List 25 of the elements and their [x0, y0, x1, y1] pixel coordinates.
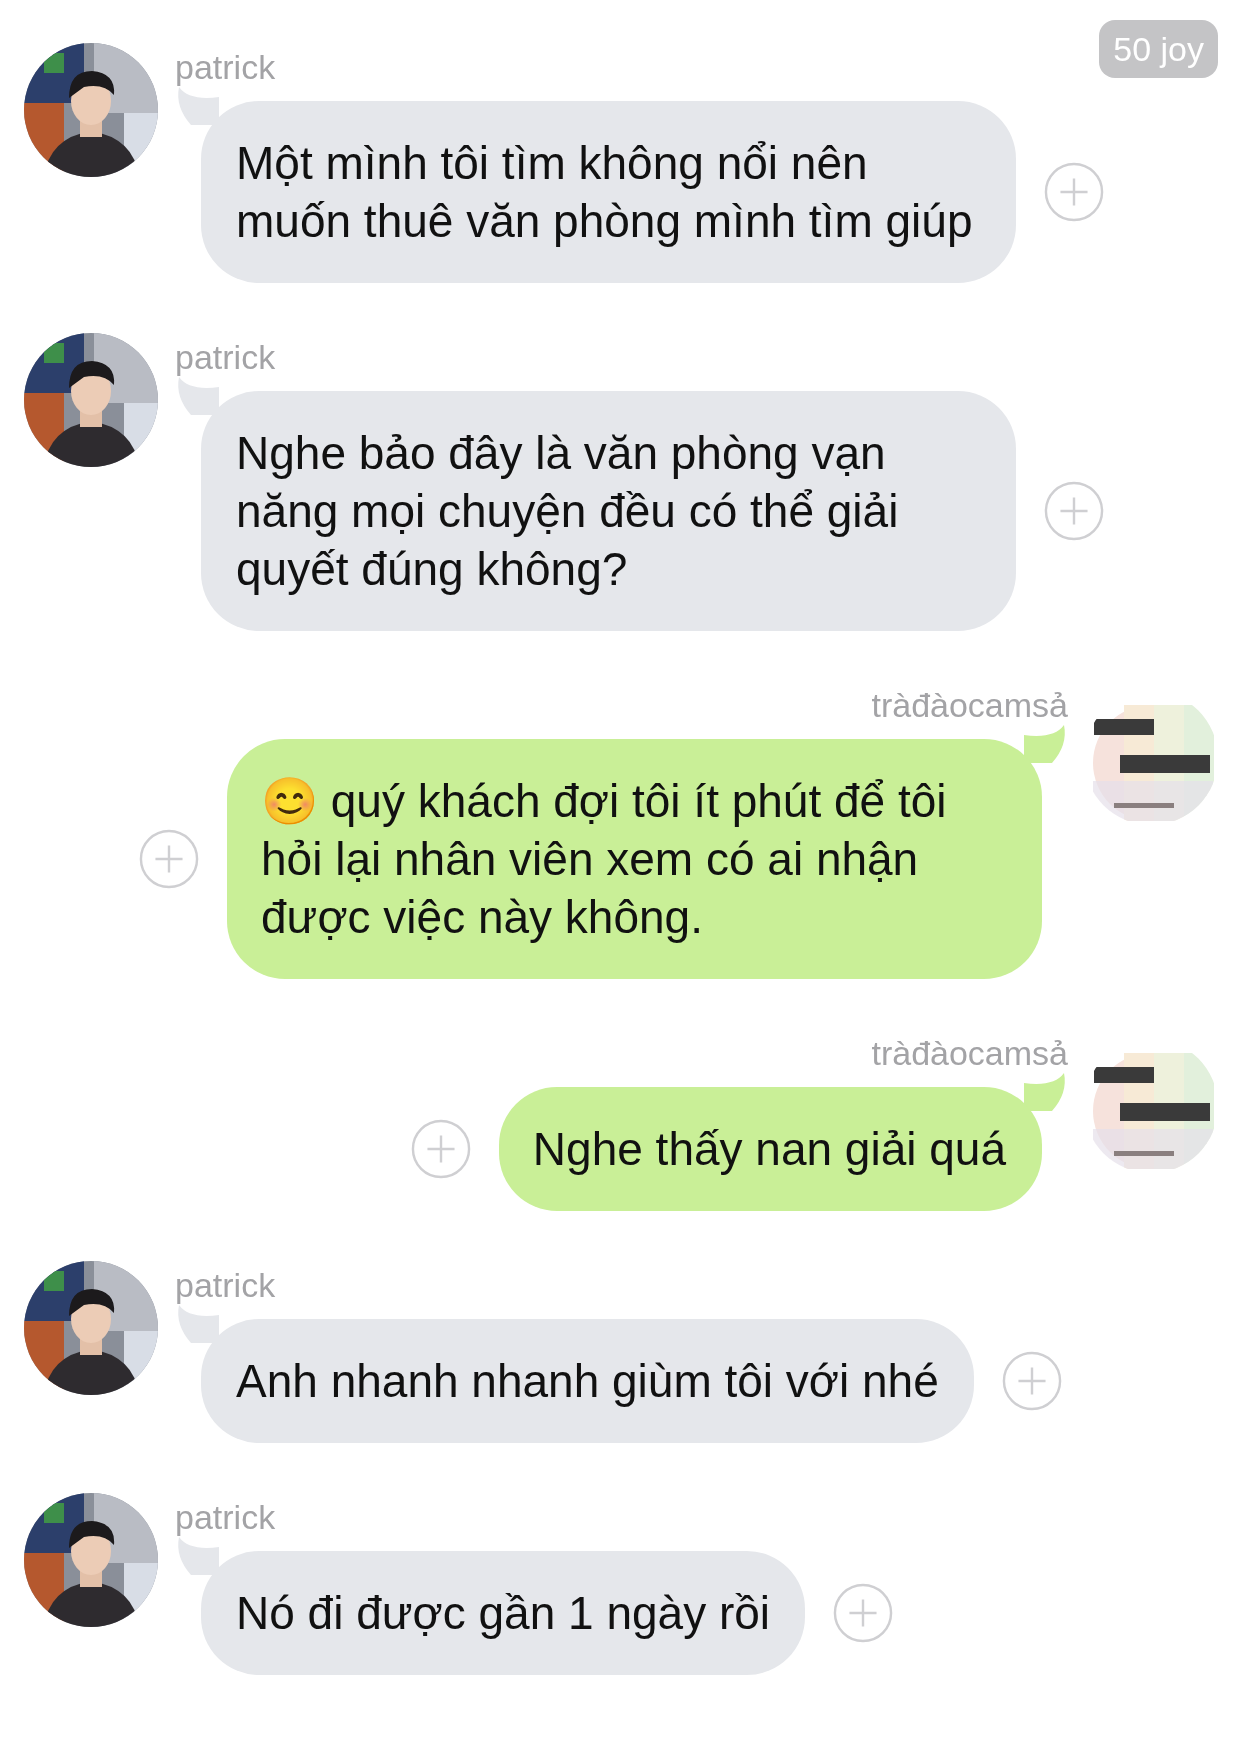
sender-name: patrick [175, 47, 276, 87]
message-bubble: Nó đi được gần 1 ngày rồi [201, 1551, 806, 1675]
add-icon[interactable] [410, 1119, 471, 1179]
message-bubble: 😊 quý khách đợi tôi ít phút để tôi hỏi lại nhân viên xem có ai nhận được việc này không. [227, 739, 1042, 979]
message-bubble: Một mình tôi tìm không nổi nên muốn thuê văn phòng mình tìm giúp [201, 101, 1016, 283]
points-badge: 50 joy [1099, 20, 1218, 78]
message-bubble: Nghe thấy nan giải quá [498, 1087, 1042, 1211]
add-icon[interactable] [1001, 1351, 1062, 1411]
add-icon[interactable] [139, 829, 199, 889]
bubble-tail [175, 1305, 219, 1343]
bubble-tail [175, 377, 219, 415]
add-icon[interactable] [1044, 481, 1104, 541]
bubble-tail [1024, 725, 1068, 763]
sender-name: patrick [175, 1497, 276, 1537]
message-bubble: Nghe bảo đây là văn phòng vạn năng mọi chuyện đều có thể giải quyết đúng không? [201, 391, 1016, 631]
add-icon[interactable] [833, 1583, 894, 1643]
sender-name: patrick [175, 1265, 276, 1305]
bubble-tail [1024, 1073, 1068, 1111]
add-icon[interactable] [1044, 162, 1104, 222]
sender-name: tràđàocamsả [871, 1033, 1068, 1073]
sender-name: tràđàocamsả [871, 685, 1068, 725]
sender-name: patrick [175, 337, 276, 377]
bubble-tail [175, 87, 219, 125]
bubble-tail [175, 1537, 219, 1575]
message-bubble: Anh nhanh nhanh giùm tôi với nhé [201, 1319, 974, 1443]
